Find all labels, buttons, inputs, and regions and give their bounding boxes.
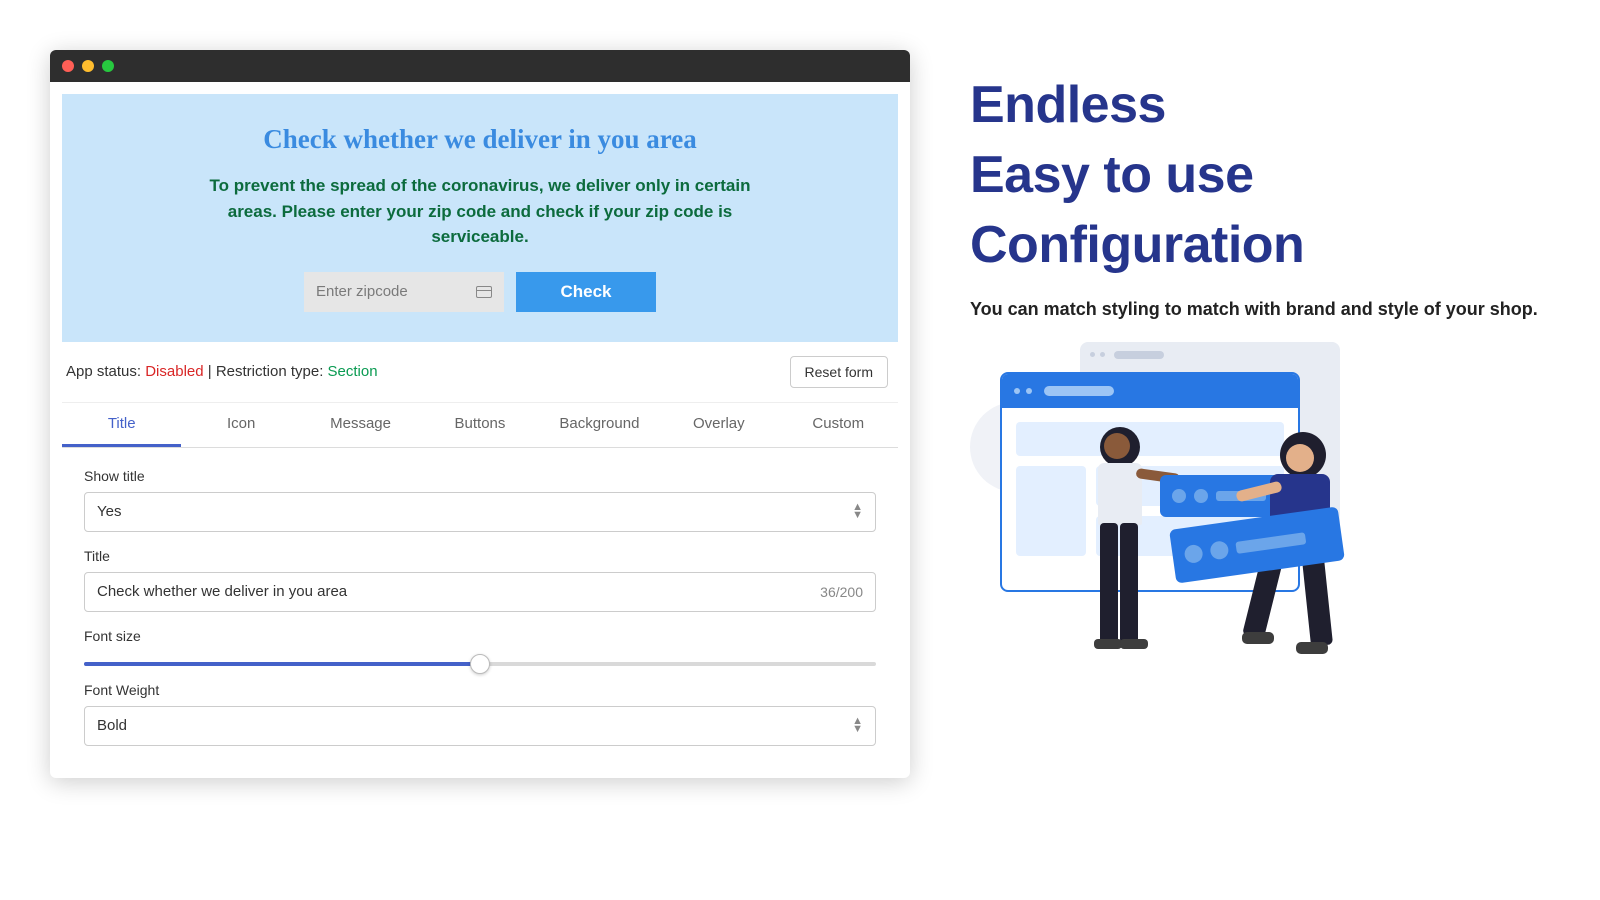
tab-icon[interactable]: Icon xyxy=(181,403,300,447)
reset-form-button[interactable]: Reset form xyxy=(790,356,888,388)
hero-line-2: Easy to use xyxy=(970,140,1560,210)
title-input[interactable]: Check whether we deliver in you area 36/… xyxy=(84,572,876,612)
preview-message: To prevent the spread of the coronavirus… xyxy=(205,173,755,250)
tabs: Title Icon Message Buttons Background Ov… xyxy=(62,403,898,448)
show-title-label: Show title xyxy=(84,468,876,484)
font-weight-label: Font Weight xyxy=(84,682,876,698)
restriction-label: Restriction type: xyxy=(216,363,328,380)
zipcode-placeholder: Enter zipcode xyxy=(316,283,408,300)
app-status-label: App status: xyxy=(66,363,145,380)
font-size-label: Font size xyxy=(84,628,876,644)
tab-custom[interactable]: Custom xyxy=(779,403,898,447)
minimize-icon[interactable] xyxy=(82,60,94,72)
maximize-icon[interactable] xyxy=(102,60,114,72)
chevron-updown-icon: ▲▼ xyxy=(852,718,863,733)
slider-thumb[interactable] xyxy=(470,654,490,674)
tab-background[interactable]: Background xyxy=(540,403,659,447)
preview-title: Check whether we deliver in you area xyxy=(122,124,838,155)
form-panel: Show title Yes ▲▼ Title Check whether we… xyxy=(62,448,898,766)
hero-line-1: Endless xyxy=(970,70,1560,140)
zipcode-input[interactable]: Enter zipcode xyxy=(304,272,504,312)
tab-title[interactable]: Title xyxy=(62,403,181,447)
card-icon xyxy=(476,286,492,298)
tab-message[interactable]: Message xyxy=(301,403,420,447)
tab-overlay[interactable]: Overlay xyxy=(659,403,778,447)
hero-line-3: Configuration xyxy=(970,210,1560,280)
close-icon[interactable] xyxy=(62,60,74,72)
app-status-value: Disabled xyxy=(145,363,203,380)
hero-subtitle: You can match styling to match with bran… xyxy=(970,297,1560,322)
title-char-counter: 36/200 xyxy=(820,584,863,600)
title-label: Title xyxy=(84,548,876,564)
font-size-slider[interactable] xyxy=(84,662,876,666)
window-titlebar xyxy=(50,50,910,82)
config-window: Check whether we deliver in you area To … xyxy=(50,50,910,778)
check-button[interactable]: Check xyxy=(516,272,656,312)
tab-buttons[interactable]: Buttons xyxy=(420,403,539,447)
restriction-value: Section xyxy=(328,363,378,380)
illustration xyxy=(970,342,1410,672)
font-weight-select[interactable]: Bold ▲▼ xyxy=(84,706,876,746)
preview-panel: Check whether we deliver in you area To … xyxy=(62,94,898,342)
chevron-updown-icon: ▲▼ xyxy=(852,504,863,519)
show-title-select[interactable]: Yes ▲▼ xyxy=(84,492,876,532)
status-bar: App status: Disabled | Restriction type:… xyxy=(62,342,898,403)
